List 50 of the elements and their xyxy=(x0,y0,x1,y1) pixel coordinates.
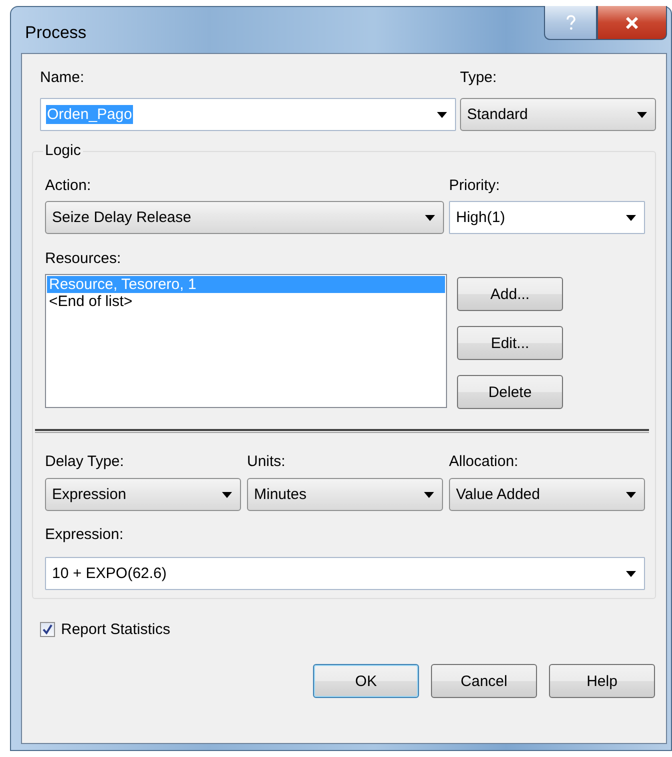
combo-field[interactable]: High(1) xyxy=(449,201,645,234)
caret-icon xyxy=(637,112,647,118)
dropdown-value: 10 + EXPO(62.6) xyxy=(51,564,168,583)
field-label: Allocation: xyxy=(449,452,520,472)
field-label: Action: xyxy=(45,176,92,196)
checkbox[interactable] xyxy=(40,622,55,637)
caret-icon xyxy=(222,492,232,498)
field-label: Type: xyxy=(460,68,498,88)
dropdown[interactable]: Value Added xyxy=(449,478,645,511)
window-title: Process xyxy=(25,23,86,43)
close-button[interactable] xyxy=(597,6,667,40)
caret-icon xyxy=(626,492,636,498)
check-icon xyxy=(42,624,53,635)
report-statistics-checkbox[interactable]: Report Statistics xyxy=(40,621,656,638)
list-action-button[interactable]: Delete xyxy=(457,375,563,409)
caret-icon xyxy=(425,214,435,220)
dropdown[interactable]: Expression xyxy=(45,478,241,511)
field-label: Name: xyxy=(40,68,86,88)
dropdown-value: Expression xyxy=(51,485,128,504)
caret-icon xyxy=(626,214,636,220)
dropdown[interactable]: Minutes xyxy=(247,478,443,511)
list-item[interactable]: <End of list> xyxy=(47,293,445,310)
dialog-button[interactable]: Cancel xyxy=(431,664,537,698)
dropdown-value: Seize Delay Release xyxy=(51,208,192,227)
list-action-button[interactable]: Edit... xyxy=(457,326,563,360)
checkbox-label: Report Statistics xyxy=(61,621,170,638)
field-label: Resources: xyxy=(45,248,122,268)
dropdown[interactable]: Seize Delay Release xyxy=(45,201,444,234)
caret-icon xyxy=(626,570,636,576)
combo-field[interactable]: 10 + EXPO(62.6) xyxy=(45,557,645,590)
dropdown-value: Value Added xyxy=(455,485,541,504)
field-label: Priority: xyxy=(449,176,501,196)
close-icon xyxy=(625,16,639,28)
dropdown-value: Orden_Pago xyxy=(46,105,134,124)
group-title: Logic xyxy=(43,142,83,159)
field-label: Delay Type: xyxy=(45,452,125,472)
resources-list[interactable]: Resource, Tesorero, 1 <End of list> xyxy=(45,274,447,408)
dialog-button[interactable]: Help xyxy=(549,664,655,698)
dropdown-value: High(1) xyxy=(455,208,506,227)
dropdown[interactable]: Standard xyxy=(460,98,656,131)
dropdown-value: Minutes xyxy=(253,485,308,504)
field-label: Units: xyxy=(247,452,286,472)
help-button[interactable] xyxy=(544,6,597,40)
dropdown-value: Standard xyxy=(466,105,529,124)
list-action-button[interactable]: Add... xyxy=(457,277,563,311)
field-label: Expression: xyxy=(45,524,124,544)
dialog-button[interactable]: OK xyxy=(313,664,419,698)
caret-icon xyxy=(437,112,447,118)
caret-icon xyxy=(424,492,434,498)
help-icon xyxy=(566,14,576,30)
